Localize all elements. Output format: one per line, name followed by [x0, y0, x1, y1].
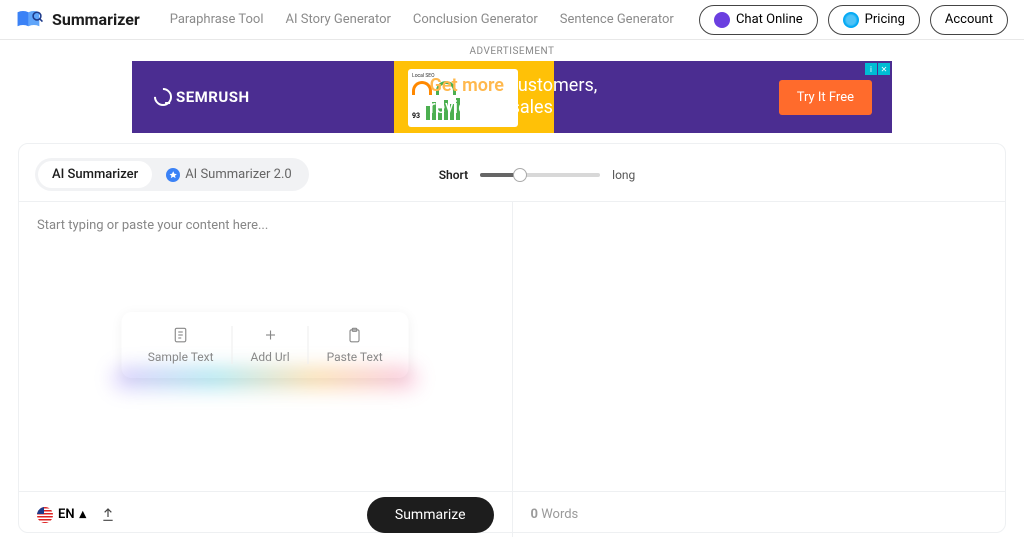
chat-label: Chat Online [736, 12, 803, 27]
ad-info-icons[interactable]: i✕ [865, 63, 890, 75]
tab-ai-summarizer-2[interactable]: AI Summarizer 2.0 [152, 161, 305, 188]
nav-sentence[interactable]: Sentence Generator [560, 12, 674, 27]
pricing-label: Pricing [865, 12, 905, 27]
chat-online-button[interactable]: Chat Online [699, 5, 818, 35]
footer-bar: EN ▴ Summarize 0 Words [19, 491, 1005, 537]
ad-banner[interactable]: i✕ SEMRUSH Local SEO 93 Get more custome… [132, 61, 892, 133]
upload-icon[interactable] [100, 507, 116, 523]
add-url-button[interactable]: Add Url [233, 326, 309, 364]
plus-icon [261, 326, 279, 344]
brand-name: Summarizer [52, 10, 140, 29]
main-card: AI Summarizer AI Summarizer 2.0 Short lo… [18, 143, 1006, 533]
close-ad-icon[interactable]: ✕ [878, 63, 890, 75]
input-panel[interactable]: Start typing or paste your content here.… [19, 202, 513, 491]
nav-conclusion[interactable]: Conclusion Generator [413, 12, 538, 27]
pricing-button[interactable]: Pricing [828, 5, 920, 35]
info-icon[interactable]: i [865, 63, 877, 75]
clipboard-icon [346, 326, 364, 344]
ad-brand: SEMRUSH [154, 88, 250, 106]
account-label: Account [945, 12, 993, 27]
length-slider-wrap: Short long [439, 168, 636, 182]
chevron-up-icon: ▴ [80, 507, 87, 522]
slider-short-label: Short [439, 168, 468, 182]
semrush-icon [150, 84, 175, 109]
account-button[interactable]: Account [930, 5, 1008, 35]
flag-us-icon [37, 507, 53, 523]
mode-tabs: AI Summarizer AI Summarizer 2.0 [35, 158, 309, 191]
nav-links: Paraphrase Tool AI Story Generator Concl… [170, 12, 674, 27]
paste-text-button[interactable]: Paste Text [309, 326, 401, 364]
chat-icon [714, 12, 730, 28]
book-search-icon [16, 10, 44, 30]
nav-paraphrase[interactable]: Paraphrase Tool [170, 12, 264, 27]
ad-cta-button[interactable]: Try It Free [779, 80, 872, 115]
input-placeholder: Start typing or paste your content here.… [37, 218, 494, 233]
slider-long-label: long [612, 168, 635, 182]
top-controls: AI Summarizer AI Summarizer 2.0 Short lo… [19, 158, 1005, 201]
nav-story[interactable]: AI Story Generator [286, 12, 391, 27]
pricing-icon [843, 12, 859, 28]
tab-ai-summarizer[interactable]: AI Summarizer [38, 161, 152, 188]
word-count: 0 Words [531, 507, 579, 522]
ad-label: ADVERTISEMENT [0, 46, 1024, 57]
footer-right: 0 Words [513, 492, 1006, 537]
ad-headline: Get more customers,reviews & sales [430, 75, 598, 120]
editor-panels: Start typing or paste your content here.… [19, 201, 1005, 491]
length-slider[interactable] [480, 173, 600, 177]
header-right: Chat Online Pricing Account [699, 5, 1008, 35]
star-badge-icon [166, 168, 180, 182]
sample-text-button[interactable]: Sample Text [130, 326, 233, 364]
footer-left: EN ▴ Summarize [19, 492, 513, 537]
header-nav: Summarizer Paraphrase Tool AI Story Gene… [0, 0, 1024, 40]
output-panel [513, 202, 1006, 491]
summarize-button[interactable]: Summarize [367, 497, 494, 533]
slider-thumb[interactable] [513, 168, 527, 182]
language-selector[interactable]: EN ▴ [37, 507, 86, 523]
input-actions: Sample Text Add Url Paste Text [122, 312, 409, 378]
file-text-icon [172, 326, 190, 344]
brand-logo[interactable]: Summarizer [16, 10, 140, 30]
